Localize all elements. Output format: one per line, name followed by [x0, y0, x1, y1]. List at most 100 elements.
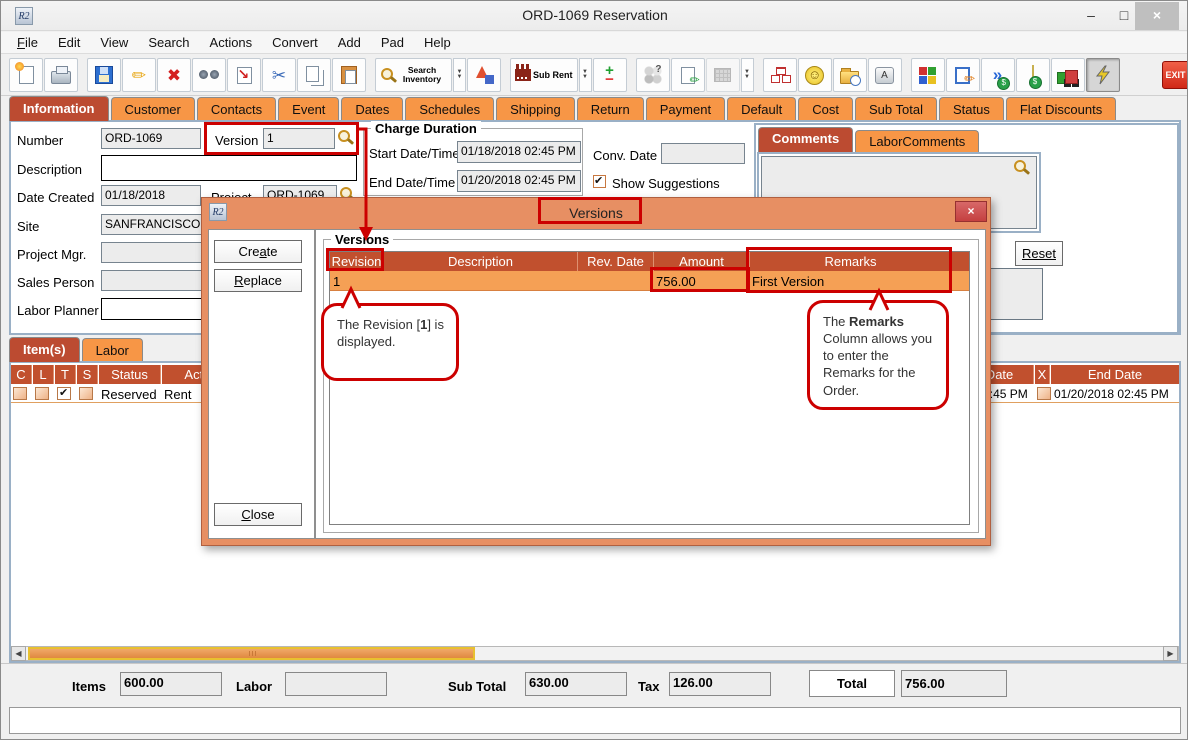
- dialog-close-bottom-button[interactable]: Close: [214, 503, 302, 526]
- add-remove-button[interactable]: +−: [593, 58, 627, 92]
- menu-add[interactable]: Add: [328, 32, 371, 53]
- shapes-button[interactable]: [467, 58, 501, 92]
- col-header-end-date[interactable]: End Date: [1051, 365, 1179, 384]
- search-inventory-dropdown[interactable]: [453, 58, 466, 92]
- version-field[interactable]: 1: [263, 128, 335, 149]
- item-check-l[interactable]: [35, 387, 49, 400]
- col-header-status[interactable]: Status: [99, 365, 161, 384]
- close-button[interactable]: ×: [1135, 2, 1179, 30]
- menu-search[interactable]: Search: [138, 32, 199, 53]
- tab-cost[interactable]: Cost: [798, 97, 853, 121]
- end-datetime-label: End Date/Time: [369, 175, 455, 190]
- menu-file-accel: F: [17, 35, 25, 50]
- blocks-button[interactable]: [911, 58, 945, 92]
- description-field[interactable]: [101, 155, 357, 181]
- sub-rent-dropdown[interactable]: [579, 58, 592, 92]
- versions-col-description[interactable]: Description: [384, 252, 578, 271]
- menu-help[interactable]: Help: [414, 32, 461, 53]
- calendar-dropdown[interactable]: [741, 58, 754, 92]
- delete-button[interactable]: ✖: [157, 58, 191, 92]
- exit-button[interactable]: EXIT: [1159, 58, 1188, 92]
- dialog-title: Versions: [202, 205, 990, 221]
- memo-button[interactable]: [946, 58, 980, 92]
- menu-pad[interactable]: Pad: [371, 32, 414, 53]
- version-lookup-icon[interactable]: [337, 129, 354, 146]
- tab-return[interactable]: Return: [577, 97, 644, 121]
- col-header-c[interactable]: C: [11, 365, 32, 384]
- quick-actions-button[interactable]: [1086, 58, 1120, 92]
- dialog-close-button[interactable]: ×: [955, 201, 987, 222]
- tab-status[interactable]: Status: [939, 97, 1004, 121]
- contact-button[interactable]: [798, 58, 832, 92]
- tab-shipping[interactable]: Shipping: [496, 97, 575, 121]
- menu-view[interactable]: View: [90, 32, 138, 53]
- conv-date-field: [661, 143, 745, 164]
- sub-rent-button[interactable]: Sub Rent: [510, 58, 578, 92]
- col-header-l[interactable]: L: [33, 365, 54, 384]
- tab-flat-discounts[interactable]: Flat Discounts: [1006, 97, 1116, 121]
- new-order-button[interactable]: [9, 58, 43, 92]
- tab-information[interactable]: Information: [9, 96, 109, 121]
- tab-comments[interactable]: Comments: [758, 127, 853, 152]
- versions-col-amount[interactable]: Amount: [654, 252, 750, 271]
- tab-event[interactable]: Event: [278, 97, 339, 121]
- item-check-s[interactable]: [79, 387, 93, 400]
- org-chart-button[interactable]: [763, 58, 797, 92]
- replace-button[interactable]: Replace: [214, 269, 302, 292]
- paste-special-button[interactable]: [227, 58, 261, 92]
- reset-button-label: Reset: [1016, 242, 1062, 265]
- tab-items[interactable]: Item(s): [9, 337, 80, 362]
- hscroll-right-arrow[interactable]: ▶: [1163, 646, 1178, 661]
- hscroll-thumb[interactable]: [28, 647, 475, 660]
- group-help-button[interactable]: [636, 58, 670, 92]
- print-button[interactable]: [44, 58, 78, 92]
- org-chart-icon: [771, 67, 789, 83]
- col-header-x[interactable]: X: [1035, 365, 1050, 384]
- versions-col-revision[interactable]: Revision: [330, 252, 384, 271]
- versions-col-rev-date[interactable]: Rev. Date: [578, 252, 654, 271]
- tab-contacts[interactable]: Contacts: [197, 97, 276, 121]
- search-icon: [380, 67, 397, 84]
- quick-invoice-button[interactable]: »: [981, 58, 1015, 92]
- save-button[interactable]: [87, 58, 121, 92]
- versions-col-remarks[interactable]: Remarks: [750, 252, 952, 271]
- cut-button[interactable]: ✂: [262, 58, 296, 92]
- item-check-t[interactable]: [57, 387, 71, 400]
- item-check-c[interactable]: [13, 387, 27, 400]
- menu-actions[interactable]: Actions: [200, 32, 263, 53]
- col-header-t[interactable]: T: [55, 365, 76, 384]
- comments-zoom-icon[interactable]: [1013, 159, 1030, 176]
- tab-sub-total[interactable]: Sub Total: [855, 97, 937, 121]
- create-button[interactable]: Create: [214, 240, 302, 263]
- shipping-truck-button[interactable]: [1051, 58, 1085, 92]
- reset-button[interactable]: Reset: [1015, 241, 1063, 266]
- col-header-s[interactable]: S: [77, 365, 98, 384]
- show-suggestions-checkbox[interactable]: [593, 175, 606, 188]
- find-button[interactable]: [192, 58, 226, 92]
- billing-notes-button[interactable]: [1016, 58, 1050, 92]
- copy-button[interactable]: [297, 58, 331, 92]
- calendar-button[interactable]: [706, 58, 740, 92]
- notes-button[interactable]: [671, 58, 705, 92]
- search-inventory-button[interactable]: Search Inventory: [375, 58, 452, 92]
- hscroll-left-arrow[interactable]: ◀: [11, 646, 26, 661]
- menu-file[interactable]: File: [7, 32, 48, 53]
- edit-button[interactable]: ✏: [122, 58, 156, 92]
- labor-planner-field[interactable]: [101, 298, 213, 320]
- shortcut-key-button[interactable]: A: [868, 58, 902, 92]
- tab-labor[interactable]: Labor: [82, 338, 143, 362]
- item-check-x[interactable]: [1037, 387, 1051, 400]
- version-cell-revision: 1: [333, 274, 381, 289]
- tab-schedules[interactable]: Schedules: [405, 97, 494, 121]
- tab-customer[interactable]: Customer: [111, 97, 195, 121]
- replace-label-post: eplace: [244, 273, 282, 288]
- history-folder-button[interactable]: [833, 58, 867, 92]
- tab-default[interactable]: Default: [727, 97, 796, 121]
- minimize-button[interactable]: –: [1076, 5, 1106, 27]
- tab-payment[interactable]: Payment: [646, 97, 725, 121]
- tab-labor-comments[interactable]: LaborComments: [855, 130, 979, 152]
- tab-dates[interactable]: Dates: [341, 97, 403, 121]
- menu-edit[interactable]: Edit: [48, 32, 90, 53]
- menu-convert[interactable]: Convert: [262, 32, 328, 53]
- paste-button[interactable]: [332, 58, 366, 92]
